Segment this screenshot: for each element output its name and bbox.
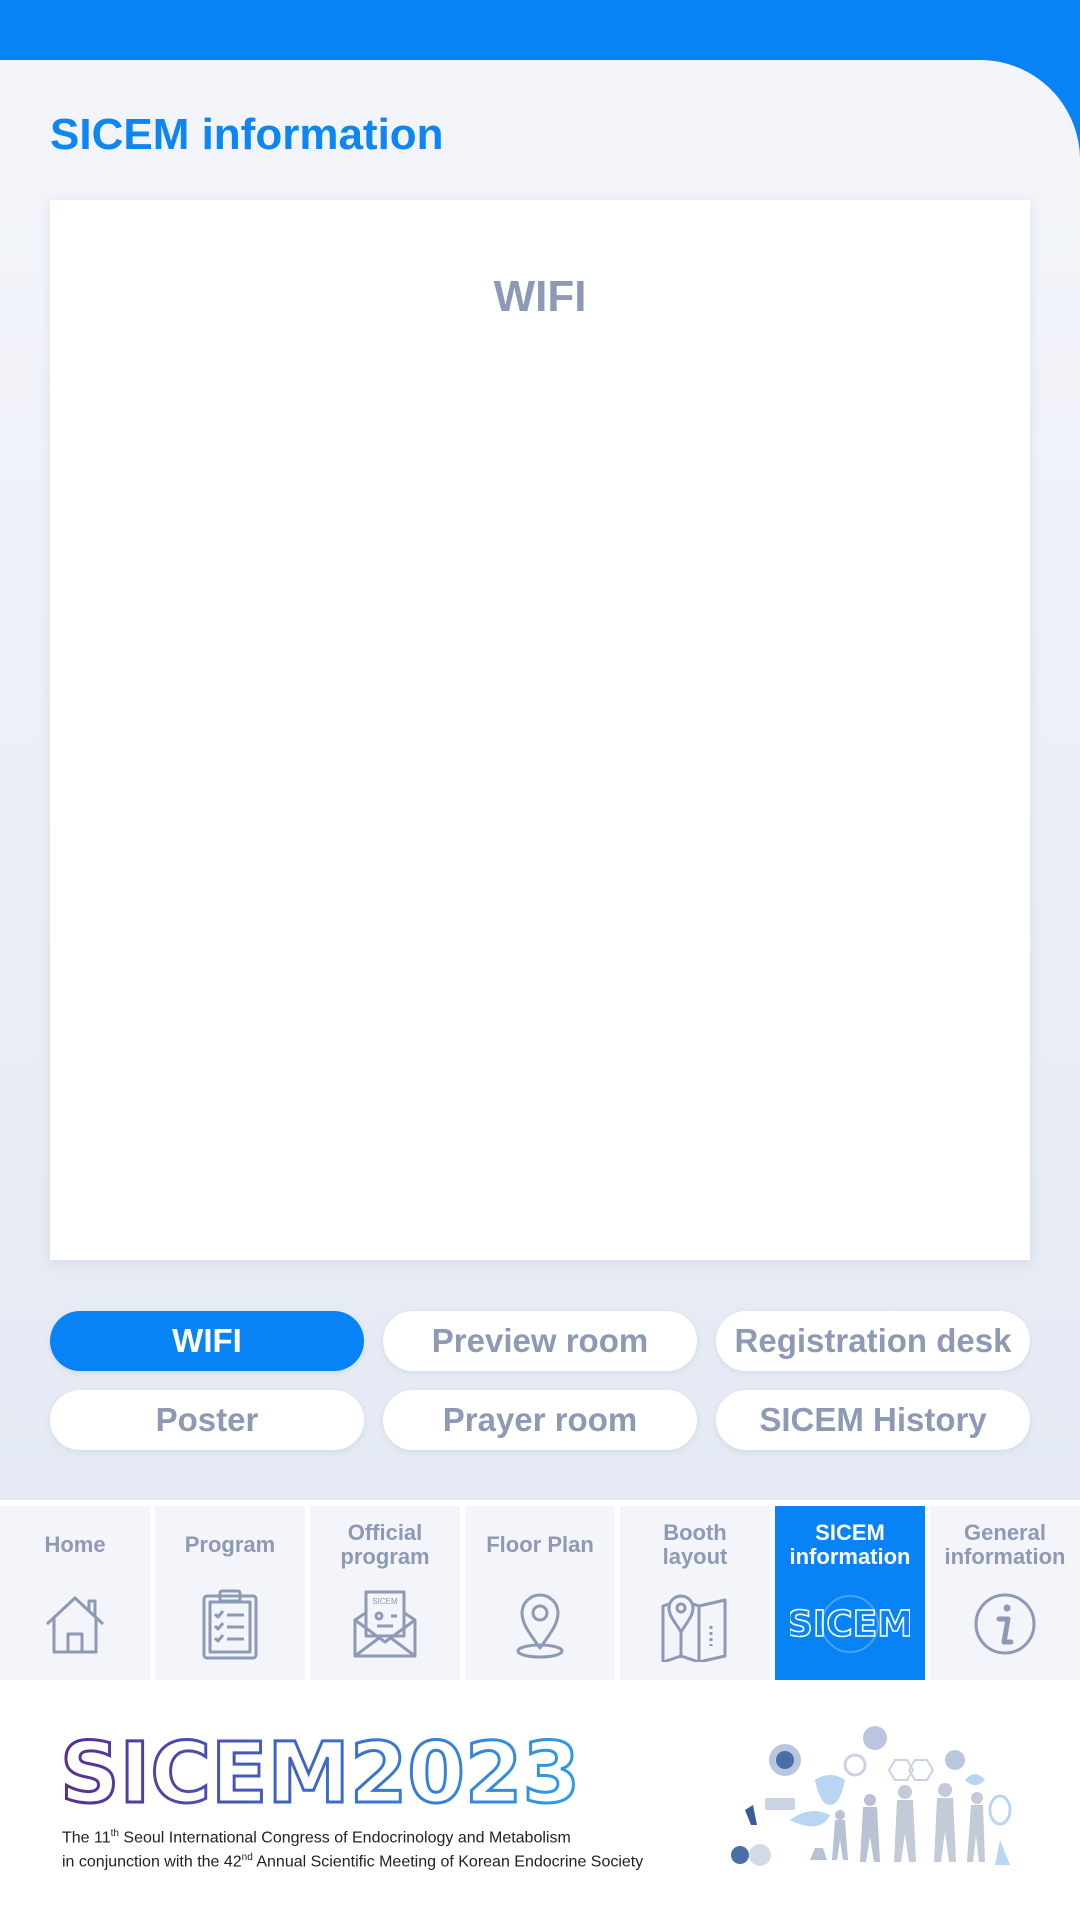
nav-item-sicem-information[interactable]: SICEM information SICEM bbox=[775, 1506, 925, 1680]
page-title: SICEM information bbox=[50, 110, 444, 159]
envelope-badge-text: SICEM bbox=[372, 1597, 398, 1606]
home-icon bbox=[37, 1586, 113, 1662]
nav-item-program[interactable]: Program bbox=[155, 1506, 305, 1680]
tagline-sup: nd bbox=[241, 1852, 253, 1863]
logo-year: 2023 bbox=[350, 1730, 580, 1810]
nav-item-official-program[interactable]: Official program SICEM bbox=[310, 1506, 460, 1680]
envelope-icon: SICEM bbox=[347, 1586, 423, 1662]
tab-registration-desk[interactable]: Registration desk bbox=[716, 1311, 1030, 1371]
nav-item-home[interactable]: Home bbox=[0, 1506, 150, 1680]
main-content: SICEM information WIFI WIFI Preview room… bbox=[0, 60, 1080, 1500]
tagline-text: The 11 bbox=[62, 1829, 111, 1847]
nav-label-line: program bbox=[340, 1544, 430, 1569]
nav-label: Booth layout bbox=[620, 1520, 770, 1570]
clipboard-checklist-icon bbox=[192, 1586, 268, 1662]
tab-preview-room[interactable]: Preview room bbox=[383, 1311, 697, 1371]
nav-label-line: Official bbox=[347, 1520, 423, 1545]
map-pin-icon bbox=[502, 1586, 578, 1662]
folded-map-icon bbox=[657, 1586, 733, 1662]
content-panel: WIFI bbox=[50, 200, 1030, 1260]
panel-title: WIFI bbox=[493, 272, 587, 321]
endocrinology-illustration bbox=[715, 1720, 1025, 1880]
nav-item-floor-plan[interactable]: Floor Plan bbox=[465, 1506, 615, 1680]
tagline-text: Annual Scientific Meeting of Korean Endo… bbox=[252, 1853, 644, 1871]
tab-poster[interactable]: Poster bbox=[50, 1390, 364, 1450]
bottom-navigation: Home Program Official program SICEM Floo… bbox=[0, 1500, 1080, 1680]
nav-label-line: Booth bbox=[663, 1520, 727, 1545]
nav-label: General information bbox=[930, 1520, 1080, 1570]
tagline-line-1: The 11th Seoul International Congress of… bbox=[62, 1828, 571, 1847]
nav-label-line: layout bbox=[662, 1544, 728, 1569]
info-icon bbox=[967, 1586, 1043, 1662]
nav-label: Program bbox=[155, 1520, 305, 1570]
nav-label: Floor Plan bbox=[465, 1520, 615, 1570]
tagline-line-2: in conjunction with the 42nd Annual Scie… bbox=[62, 1852, 643, 1871]
tagline-text: in conjunction with the 42 bbox=[62, 1853, 242, 1871]
nav-label: SICEM information bbox=[775, 1520, 925, 1570]
nav-label: Home bbox=[0, 1520, 150, 1570]
nav-label-line: Home bbox=[44, 1532, 106, 1557]
tab-sicem-history[interactable]: SICEM History bbox=[716, 1390, 1030, 1450]
nav-label-line: General bbox=[964, 1520, 1046, 1545]
logo-word: SICEM bbox=[60, 1730, 350, 1810]
nav-item-booth-layout[interactable]: Booth layout bbox=[620, 1506, 770, 1680]
svg-text:SICEM2023: SICEM2023 bbox=[60, 1730, 580, 1810]
tagline-text: Seoul International Congress of Endocrin… bbox=[118, 1829, 571, 1847]
tab-wifi[interactable]: WIFI bbox=[50, 1311, 364, 1371]
sicem-2023-logo: SICEM2023 bbox=[60, 1730, 580, 1810]
top-bar bbox=[0, 0, 1080, 60]
nav-label-line: Floor Plan bbox=[486, 1532, 594, 1557]
nav-item-general-information[interactable]: General information bbox=[930, 1506, 1080, 1680]
nav-label-line: Program bbox=[184, 1532, 276, 1557]
sicem-logo-icon: SICEM bbox=[790, 1586, 910, 1662]
nav-label-line: SICEM bbox=[815, 1520, 885, 1545]
nav-label-line: information bbox=[789, 1544, 911, 1569]
tagline-sup: th bbox=[110, 1828, 119, 1839]
footer: SICEM2023 The 11th Seoul International C… bbox=[0, 1680, 1080, 1920]
nav-label-line: information bbox=[944, 1544, 1066, 1569]
nav-label: Official program bbox=[310, 1520, 460, 1570]
sicem-icon-text: SICEM bbox=[790, 1604, 910, 1645]
tab-prayer-room[interactable]: Prayer room bbox=[383, 1390, 697, 1450]
